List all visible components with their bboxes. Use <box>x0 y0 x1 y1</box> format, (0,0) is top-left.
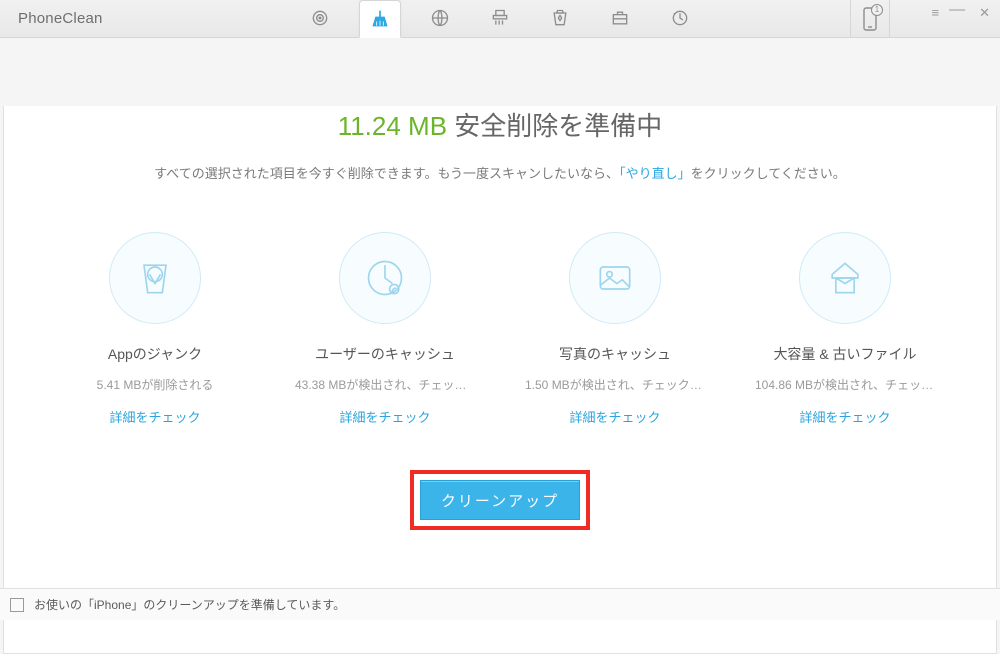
app-junk-circle <box>109 232 201 324</box>
tab-toolbox[interactable] <box>479 0 521 37</box>
broom-icon <box>370 9 390 29</box>
cleanup-highlight: クリーンアップ <box>410 470 590 530</box>
target-icon <box>310 8 330 28</box>
card-link[interactable]: 詳細をチェック <box>109 407 200 426</box>
user-cache-circle <box>339 232 431 324</box>
status-checkbox[interactable] <box>10 598 24 612</box>
tabstrip <box>299 0 701 37</box>
window-controls: ≡ — ✕ <box>932 6 991 20</box>
status-text: お使いの「iPhone」のクリーンアップを準備しています。 <box>34 596 345 613</box>
tab-privacy[interactable] <box>539 0 581 37</box>
card-link[interactable]: 詳細をチェック <box>339 407 430 426</box>
photo-cache-circle <box>569 232 661 324</box>
tab-restore[interactable] <box>659 0 701 37</box>
card-photo-cache: 写真のキャッシュ 1.50 MBが検出され、チェックします... 詳細をチェック <box>515 232 715 426</box>
large-old-icon <box>823 256 867 300</box>
recycle-bin-icon <box>550 8 570 28</box>
card-title: 大容量 & 古いファイル <box>773 344 916 364</box>
close-icon[interactable]: ✕ <box>979 6 990 20</box>
app-junk-icon <box>133 256 177 300</box>
card-sub: 104.86 MBが検出され、チェックしま... <box>755 376 935 393</box>
refresh-icon <box>670 8 690 28</box>
subline: すべての選択された項目を今すぐ削除できます。もう一度スキャンしたいなら、「やり直… <box>4 163 996 182</box>
user-cache-icon <box>363 256 407 300</box>
retry-link[interactable]: 「やり直し」 <box>619 166 691 181</box>
device-slot[interactable]: 1 <box>850 0 890 38</box>
subline-post: をクリックしてください。 <box>691 166 846 181</box>
card-link[interactable]: 詳細をチェック <box>799 407 890 426</box>
card-title: Appのジャンク <box>108 344 202 364</box>
headline-suffix: 安全削除を準備中 <box>454 111 662 141</box>
headline-size: 11.24 MB <box>338 111 447 141</box>
statusbar: お使いの「iPhone」のクリーンアップを準備しています。 <box>0 588 1000 620</box>
cleanup-button[interactable]: クリーンアップ <box>420 480 580 520</box>
large-old-circle <box>799 232 891 324</box>
tab-speedup[interactable] <box>599 0 641 37</box>
card-title: ユーザーのキャッシュ <box>315 344 455 364</box>
device-badge: 1 <box>871 4 883 16</box>
tab-target[interactable] <box>299 0 341 37</box>
card-sub: 43.38 MBが検出され、チェックしま... <box>295 376 475 393</box>
shredder-icon <box>490 8 510 28</box>
card-title: 写真のキャッシュ <box>559 344 671 364</box>
photo-cache-icon <box>593 256 637 300</box>
minimize-icon[interactable]: — <box>949 3 965 17</box>
app-title: PhoneClean <box>18 10 103 27</box>
card-sub: 1.50 MBが検出され、チェックします... <box>525 376 705 393</box>
card-large-old: 大容量 & 古いファイル 104.86 MBが検出され、チェックしま... 詳細… <box>745 232 945 426</box>
main-panel: 11.24 MB 安全削除を準備中 すべての選択された項目を今すぐ削除できます。… <box>3 106 997 654</box>
briefcase-icon <box>610 8 630 28</box>
globe-icon <box>430 8 450 28</box>
menu-icon[interactable]: ≡ <box>932 6 936 20</box>
card-link[interactable]: 詳細をチェック <box>569 407 660 426</box>
card-app-junk: Appのジャンク 5.41 MBが削除される 詳細をチェック <box>55 232 255 426</box>
subline-pre: すべての選択された項目を今すぐ削除できます。もう一度スキャンしたいなら、 <box>154 166 619 181</box>
headline: 11.24 MB 安全削除を準備中 <box>4 106 996 143</box>
cards-row: Appのジャンク 5.41 MBが削除される 詳細をチェック ユーザーのキャッシ… <box>4 232 996 426</box>
titlebar: PhoneClean 1 ≡ — ✕ <box>0 0 1000 38</box>
card-sub: 5.41 MBが削除される <box>65 376 245 393</box>
tab-internet[interactable] <box>419 0 461 37</box>
tab-clean[interactable] <box>359 0 401 38</box>
card-user-cache: ユーザーのキャッシュ 43.38 MBが検出され、チェックしま... 詳細をチェ… <box>285 232 485 426</box>
